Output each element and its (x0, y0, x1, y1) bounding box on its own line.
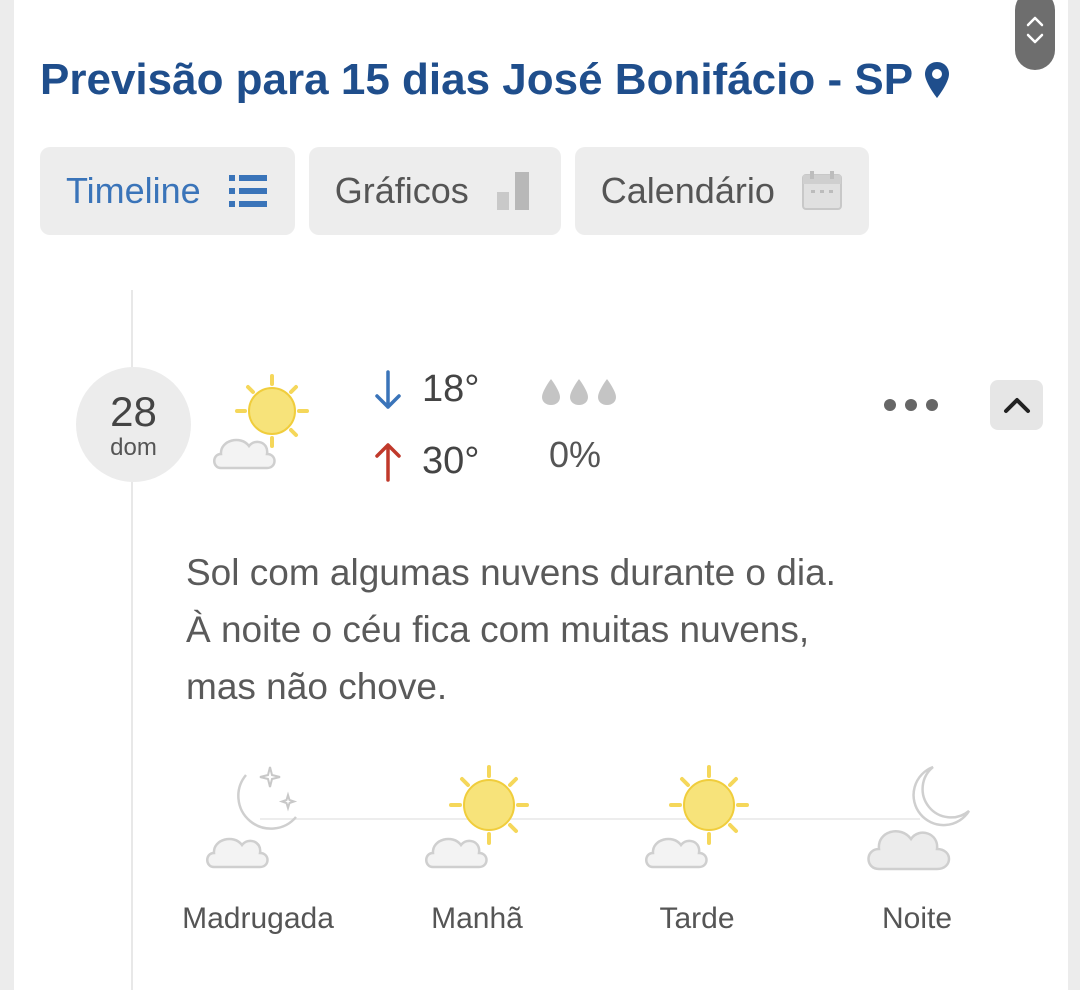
sun-cloud-icon (597, 755, 797, 880)
sun-cloud-icon (205, 370, 320, 485)
view-tabs: Timeline Gráficos Calendário (40, 147, 869, 235)
temp-max: 30° (372, 440, 479, 483)
temp-min-value: 18° (422, 368, 480, 410)
tab-calendario[interactable]: Calendário (574, 147, 869, 235)
bar-chart-icon (496, 172, 529, 210)
temp-max-value: 30° (422, 440, 480, 482)
period-label: Tarde (659, 902, 735, 935)
tab-timeline-label: Timeline (66, 170, 201, 211)
day-badge: 28 dom (76, 367, 191, 482)
raindrops-icon (540, 377, 618, 407)
more-dot (926, 399, 938, 411)
moon-cloud-icon (817, 755, 1017, 880)
tab-timeline[interactable]: Timeline (40, 147, 295, 235)
day-description: Sol com algumas nuvens durante o dia. À … (186, 552, 836, 707)
tab-calendario-label: Calendário (600, 170, 775, 211)
more-options-icon[interactable] (884, 399, 938, 411)
moon-cloud-stars-icon (158, 755, 358, 880)
page-title-text: Previsão para 15 dias José Bonifácio - S… (40, 55, 914, 104)
calendar-icon (801, 171, 842, 210)
more-dot (905, 399, 917, 411)
sun-cloud-icon (377, 755, 577, 880)
period-tarde: Tarde (597, 755, 797, 936)
period-manha: Manhã (377, 755, 577, 936)
day-weekday: dom (110, 433, 157, 461)
period-madrugada: Madrugada (158, 755, 358, 936)
chevron-up-icon (1003, 398, 1030, 413)
chevron-up-icon[interactable] (1025, 14, 1045, 28)
more-dot (884, 399, 896, 411)
list-icon (228, 175, 267, 207)
page-title: Previsão para 15 dias José Bonifácio - S… (40, 55, 951, 105)
period-label: Noite (881, 902, 953, 935)
arrow-up-icon (375, 442, 401, 482)
location-pin-icon[interactable] (923, 60, 951, 100)
arrow-down-icon (375, 369, 401, 409)
scroll-control[interactable] (1015, 0, 1055, 70)
chevron-down-icon[interactable] (1025, 32, 1045, 46)
rain-probability: 0% (549, 434, 602, 475)
temp-min: 18° (372, 368, 479, 411)
period-label: Madrugada (182, 902, 334, 935)
period-label: Manhã (431, 902, 523, 935)
tab-graficos-label: Gráficos (334, 170, 469, 211)
collapse-button[interactable] (990, 380, 1043, 430)
day-number: 28 (110, 387, 157, 435)
period-noite: Noite (817, 755, 1017, 936)
tab-graficos[interactable]: Gráficos (308, 147, 561, 235)
